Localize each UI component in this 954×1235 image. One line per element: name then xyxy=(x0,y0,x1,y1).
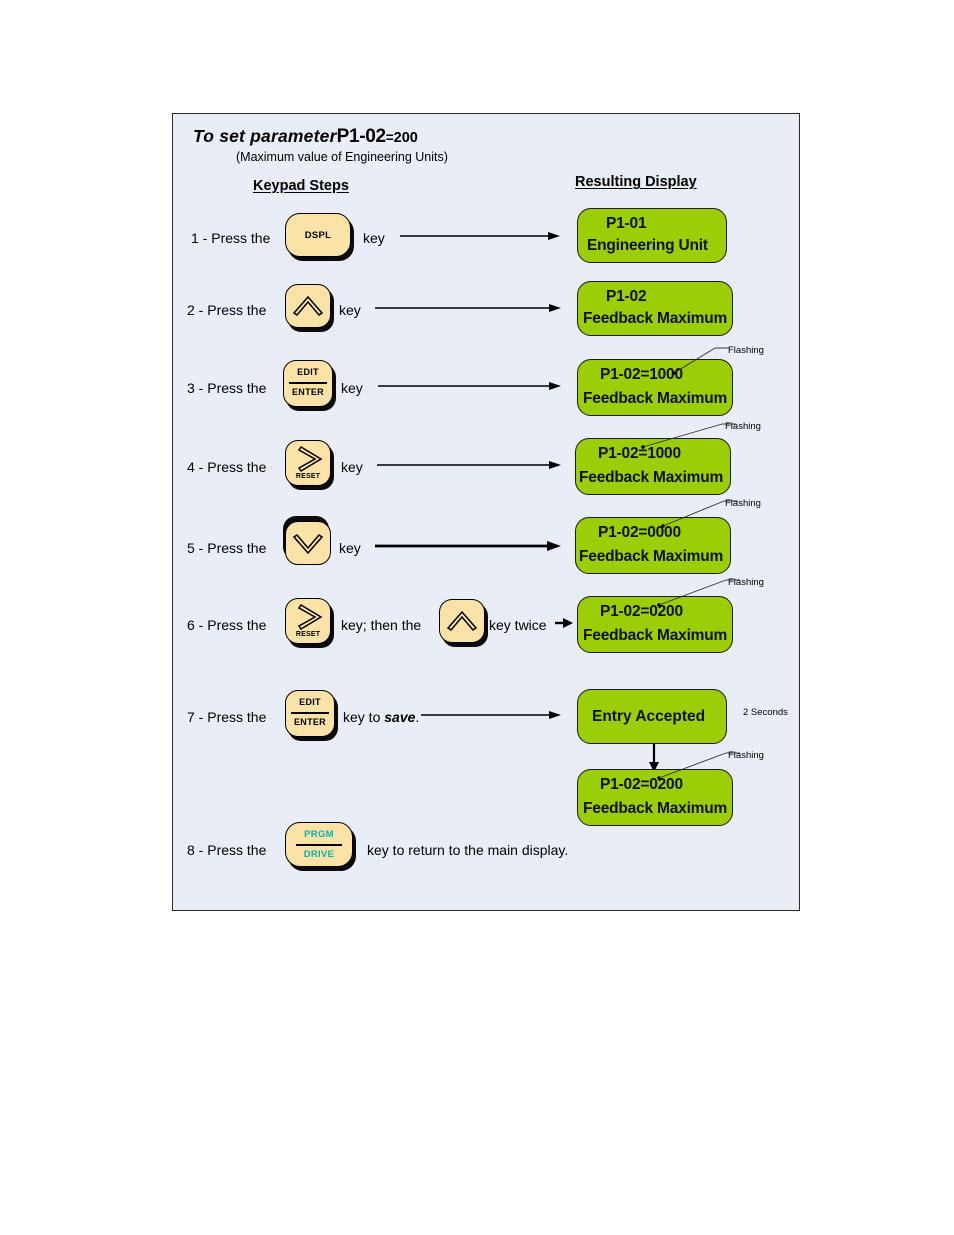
display-line2: Feedback Maximum xyxy=(583,310,728,327)
drive-label: DRIVE xyxy=(303,849,335,860)
display-single-line: Entry Accepted xyxy=(592,707,706,725)
dspl-key-label: DSPL xyxy=(304,230,332,241)
enter-label: ENTER xyxy=(293,717,326,727)
column-header-display: Resulting Display xyxy=(575,174,697,190)
step-7-suffix-post: . xyxy=(415,709,420,725)
step-1-prefix: 1 - Press the xyxy=(191,230,271,246)
enter-label: ENTER xyxy=(291,387,324,397)
prgm-drive-key[interactable]: PRGM DRIVE xyxy=(285,822,353,867)
step-2-arrow xyxy=(375,303,561,315)
step-1-arrow xyxy=(400,231,560,243)
edit-label: EDIT xyxy=(297,367,319,377)
step-5-prefix: 5 - Press the xyxy=(187,540,267,556)
title-value: 200 xyxy=(393,130,418,146)
up-chevron-icon xyxy=(446,610,478,631)
edit-enter-key-step7[interactable]: EDIT ENTER xyxy=(285,690,335,737)
prgm-label: PRGM xyxy=(304,829,334,840)
step-4-arrow xyxy=(377,460,561,472)
step-1-suffix: key xyxy=(363,230,385,246)
step-5-arrow xyxy=(375,540,561,552)
step-4-suffix: key xyxy=(341,459,363,475)
display-step-1: P1-01 Engineering Unit xyxy=(577,208,727,263)
title-lead: To set parameter xyxy=(193,126,337,146)
column-header-keypad: Keypad Steps xyxy=(253,178,349,194)
step-7-save-emphasis: save xyxy=(384,709,416,725)
right-chevron-icon xyxy=(297,603,323,631)
edit-enter-key[interactable]: EDIT ENTER xyxy=(283,360,333,407)
step-6-prefix: 6 - Press the xyxy=(187,617,267,633)
reset-label: RESET xyxy=(295,631,321,638)
step-7-suffix: key to save. xyxy=(343,709,419,725)
key-separator xyxy=(289,382,327,384)
procedure-panel: To set parameterP1-02=200 (Maximum value… xyxy=(172,113,800,911)
step-5-flashing-label: Flashing xyxy=(725,498,761,509)
up-chevron-icon xyxy=(292,295,324,316)
key-separator xyxy=(291,712,329,714)
reset-label: RESET xyxy=(295,473,321,480)
display-line2: Engineering Unit xyxy=(587,237,708,254)
display-line2: Feedback Maximum xyxy=(579,469,724,486)
right-chevron-icon xyxy=(297,445,323,473)
display-line1: P1-02 xyxy=(606,288,647,305)
step-8-suffix: key to return to the main display. xyxy=(367,842,569,858)
display-step-7-accepted: Entry Accepted xyxy=(577,689,727,744)
page-subtitle: (Maximum value of Engineering Units) xyxy=(236,150,448,164)
up-arrow-key[interactable] xyxy=(285,284,331,328)
edit-label: EDIT xyxy=(299,697,321,707)
down-chevron-icon xyxy=(292,534,324,555)
step-3-prefix: 3 - Press the xyxy=(187,380,267,396)
title-equals: = xyxy=(385,130,394,145)
step-6-middle: key; then the xyxy=(341,617,422,633)
step-7-timer-label: 2 Seconds xyxy=(743,707,788,718)
step-2-prefix: 2 - Press the xyxy=(187,302,267,318)
display-line2: Feedback Maximum xyxy=(583,627,728,644)
step-8-prefix: 8 - Press the xyxy=(187,842,267,858)
page-title: To set parameterP1-02=200 xyxy=(193,126,418,148)
step-5-suffix: key xyxy=(339,540,361,556)
right-reset-key[interactable]: RESET xyxy=(285,440,331,486)
title-parameter: P1-02 xyxy=(336,126,387,147)
step-3-suffix: key xyxy=(341,380,363,396)
step-4-prefix: 4 - Press the xyxy=(187,459,267,475)
display-step-2: P1-02 Feedback Maximum xyxy=(577,281,733,336)
step-3-flashing-label: Flashing xyxy=(728,345,764,356)
step-7-arrow xyxy=(421,710,561,722)
display-line2: Feedback Maximum xyxy=(579,548,724,565)
step-7-suffix-pre: key to xyxy=(343,709,385,725)
step-6-mini-arrow xyxy=(555,617,573,629)
display-line2: Feedback Maximum xyxy=(583,390,728,407)
step-6-suffix: key twice xyxy=(489,617,547,633)
step-3-arrow xyxy=(378,381,561,393)
step-2-suffix: key xyxy=(339,302,361,318)
display-line2: Feedback Maximum xyxy=(583,800,728,817)
step-7-prefix: 7 - Press the xyxy=(187,709,267,725)
step-7-flashing-label: Flashing xyxy=(728,750,764,761)
down-arrow-key[interactable] xyxy=(285,521,331,565)
key-separator xyxy=(296,844,342,846)
step-4-flashing-label: Flashing xyxy=(725,421,761,432)
right-reset-key-step6[interactable]: RESET xyxy=(285,598,331,644)
display-line1: P1-01 xyxy=(606,215,647,232)
step-4-flashing-leader xyxy=(640,418,738,450)
step-6-flashing-label: Flashing xyxy=(728,577,764,588)
dspl-key[interactable]: DSPL xyxy=(285,213,351,257)
up-arrow-key-step6[interactable] xyxy=(439,599,485,643)
step-3-flashing-leader xyxy=(671,342,731,376)
